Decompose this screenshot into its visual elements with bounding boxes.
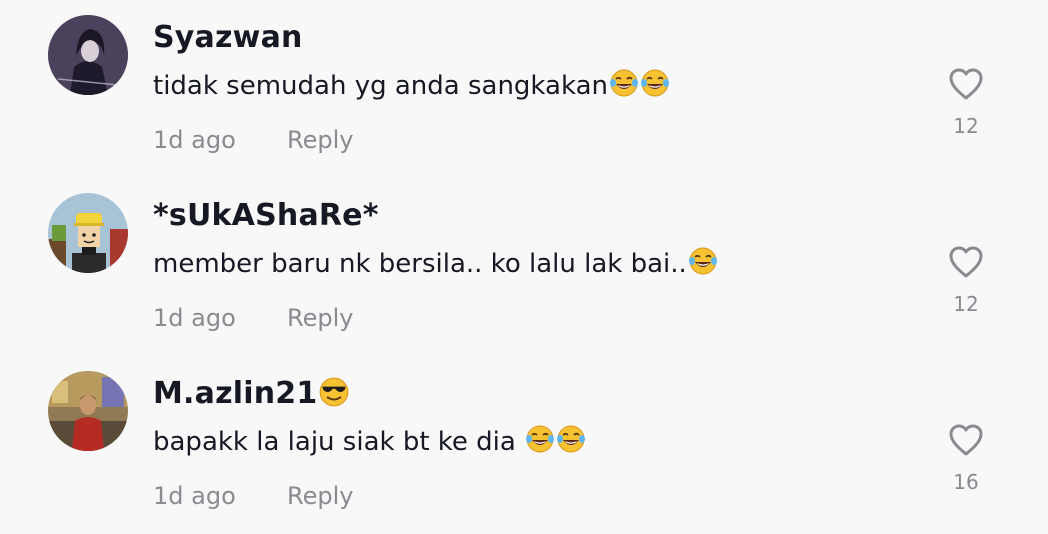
comment-text-content: tidak semudah yg anda sangkakan	[153, 71, 608, 101]
like-count: 12	[953, 292, 979, 316]
username-text[interactable]: *sUkAShaRe*	[153, 198, 379, 233]
comment-username[interactable]: Syazwan	[153, 18, 303, 58]
face-with-tears-of-joy-icon	[609, 69, 638, 97]
comment-timestamp: 1d ago	[153, 126, 236, 154]
reply-button[interactable]: Reply	[287, 300, 353, 336]
face-with-tears-of-joy-icon	[526, 425, 555, 453]
face-with-tears-of-joy-icon	[557, 425, 586, 453]
smiling-face-with-sunglasses-icon	[320, 377, 349, 407]
comment-text-content: bapakk la laju siak bt ke dia	[153, 427, 525, 457]
like-count: 12	[953, 114, 979, 138]
comment-timestamp: 1d ago	[153, 304, 236, 332]
avatar[interactable]	[48, 15, 128, 95]
comment-item: *sUkAShaRe* member baru nk bersila.. ko …	[0, 178, 1048, 356]
face-with-tears-of-joy-icon	[688, 247, 717, 275]
comment-item: Syazwan tidak semudah yg anda sangkakan …	[0, 0, 1048, 178]
comment-text-content: member baru nk bersila.. ko lalu lak bai…	[153, 249, 687, 279]
username-text[interactable]: M.azlin21	[153, 376, 317, 411]
comment-text: member baru nk bersila.. ko lalu lak bai…	[153, 244, 718, 284]
heart-icon[interactable]	[946, 242, 986, 282]
dark-anime-character-avatar-icon	[48, 15, 128, 95]
face-with-tears-of-joy-icon	[640, 69, 669, 97]
reply-button[interactable]: Reply	[287, 122, 353, 158]
roblox-character-avatar-icon	[48, 193, 128, 273]
heart-icon[interactable]	[946, 64, 986, 104]
comment-text: bapakk la laju siak bt ke dia	[153, 422, 586, 462]
person-photo-avatar-icon	[48, 371, 128, 451]
comment-text: tidak semudah yg anda sangkakan	[153, 66, 670, 106]
comment-username[interactable]: *sUkAShaRe*	[153, 196, 379, 236]
like-count: 16	[953, 470, 979, 494]
comment-timestamp: 1d ago	[153, 482, 236, 510]
comment-username[interactable]: M.azlin21	[153, 374, 350, 414]
reply-button[interactable]: Reply	[287, 478, 353, 514]
avatar[interactable]	[48, 371, 128, 451]
avatar[interactable]	[48, 193, 128, 273]
username-text[interactable]: Syazwan	[153, 20, 303, 55]
heart-icon[interactable]	[946, 420, 986, 460]
comment-item: M.azlin21 bapakk la laju siak bt ke dia …	[0, 356, 1048, 534]
